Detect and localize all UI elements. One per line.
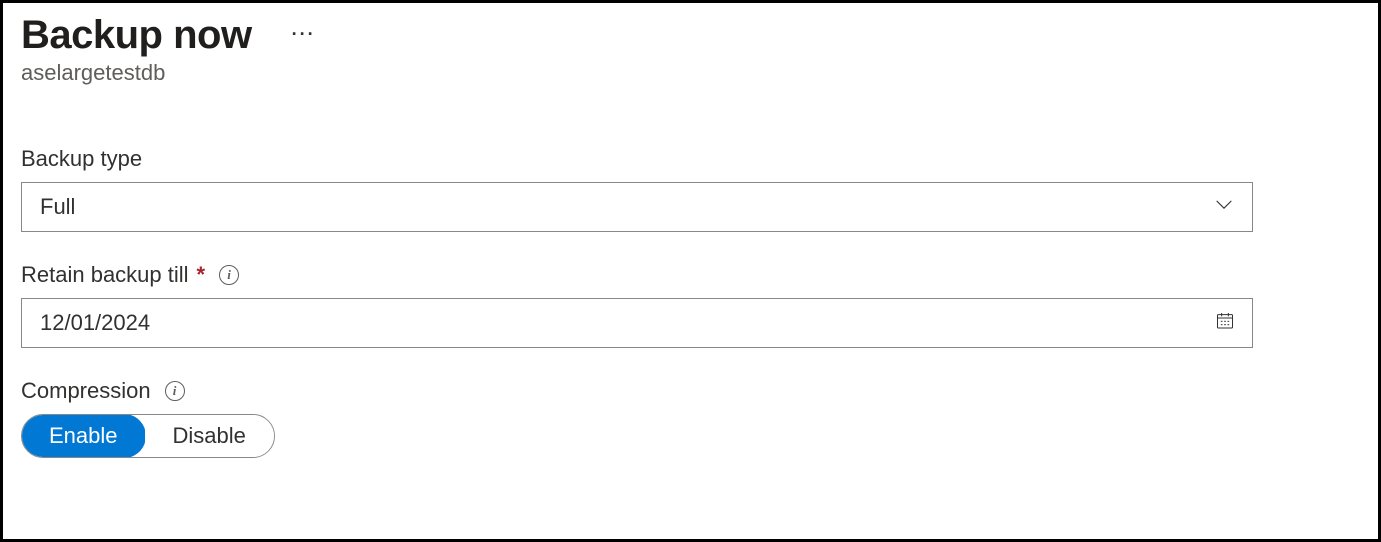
page-title: Backup now [21,13,252,58]
more-options-icon[interactable]: ··· [292,24,316,45]
info-icon[interactable]: i [165,381,185,401]
retain-backup-date-input[interactable] [21,298,1253,348]
compression-label: Compression [21,378,151,404]
resource-subtitle: aselargetestdb [21,60,1360,86]
compression-enable-button[interactable]: Enable [21,414,146,458]
backup-type-select[interactable]: Full [21,182,1253,232]
info-icon[interactable]: i [219,265,239,285]
retain-backup-label: Retain backup till [21,262,189,288]
calendar-icon[interactable] [1215,311,1235,336]
compression-toggle: Enable Disable [21,414,275,458]
backup-type-field: Backup type Full [21,146,1360,232]
retain-backup-field: Retain backup till * i [21,262,1360,348]
backup-type-label: Backup type [21,146,142,172]
compression-field: Compression i Enable Disable [21,378,1360,458]
required-indicator: * [197,262,206,288]
compression-disable-button[interactable]: Disable [145,415,274,457]
